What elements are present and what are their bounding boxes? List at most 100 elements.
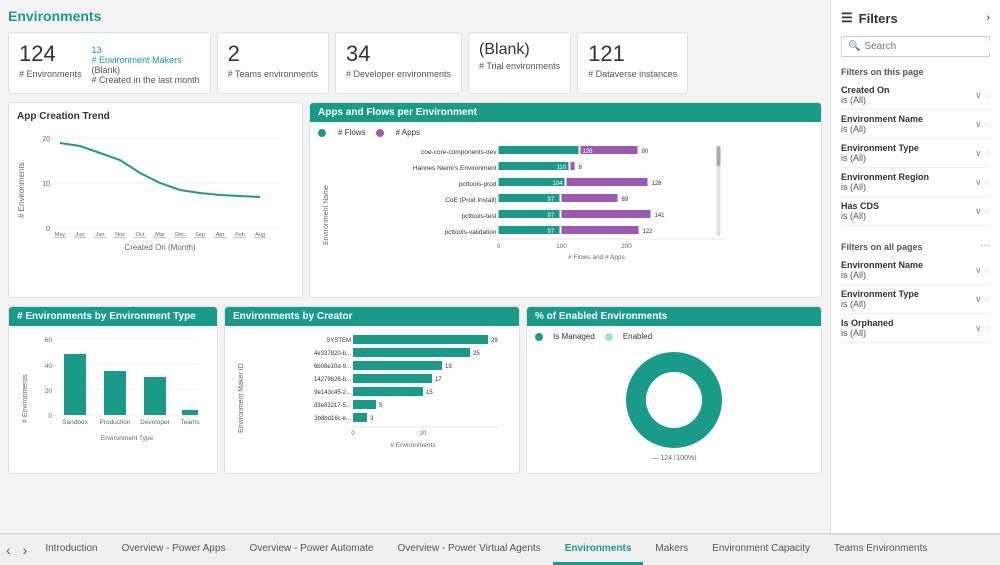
svg-text:15: 15 bbox=[426, 390, 433, 396]
svg-text:3b8bd16c-e...: 3b8bd16c-e... bbox=[314, 416, 351, 422]
legend-apps-dot bbox=[376, 129, 384, 137]
filter-env-name-expand[interactable]: ∨ bbox=[975, 119, 982, 130]
kpi-card-developer: 34 # Developer environments bbox=[335, 32, 462, 94]
kpi-number-trial: (Blank) bbox=[479, 41, 560, 59]
filters-all-pages-list: Environment Name is (All) ∨ ◌ Environmen… bbox=[841, 256, 990, 343]
tab-prev-button[interactable]: ‹ bbox=[0, 542, 17, 558]
filter-env-region-name: Environment Region bbox=[841, 172, 929, 182]
svg-text:25: 25 bbox=[473, 351, 480, 357]
tab-overview-power-virtual-agents[interactable]: Overview - Power Virtual Agents bbox=[385, 535, 552, 565]
kpi-card-environments: 124 # Environments 13 # Environment Make… bbox=[8, 32, 211, 94]
donut-svg: — 124 (100%) bbox=[535, 345, 813, 460]
svg-text:— 124 (100%): — 124 (100%) bbox=[651, 455, 696, 460]
svg-text:pcttools-validation: pcttools-validation bbox=[444, 229, 496, 236]
filter-item-has-cds: Has CDS is (All) ∨ ◌ bbox=[841, 197, 990, 226]
tab-introduction[interactable]: Introduction bbox=[33, 535, 109, 565]
env-type-chart-title: # Environments by Environment Type bbox=[9, 307, 217, 326]
svg-text:0: 0 bbox=[46, 226, 50, 233]
filter-icon: ☰ bbox=[841, 10, 853, 26]
filter-search-input[interactable] bbox=[864, 41, 996, 52]
filter-all-env-name-value: is (All) bbox=[841, 270, 923, 280]
legend-managed-dot bbox=[535, 333, 543, 341]
filter-item-env-type: Environment Type is (All) ∨ ◌ bbox=[841, 139, 990, 168]
bottom-tabs: ‹ › Introduction Overview - Power Apps O… bbox=[0, 533, 1000, 565]
filter-all-env-type-name: Environment Type bbox=[841, 289, 919, 299]
filter-all-env-type-clear[interactable]: ◌ bbox=[985, 294, 990, 305]
filters-on-page-list: Created On is (All) ∨ ◌ Environment Name… bbox=[841, 81, 990, 226]
creator-chart-card: Environments by Creator Environment Make… bbox=[224, 306, 520, 474]
svg-text:100: 100 bbox=[556, 243, 567, 250]
svg-text:9e143c45-2...: 9e143c45-2... bbox=[314, 390, 351, 396]
kpi-number-developer: 34 bbox=[346, 41, 451, 67]
legend-enabled-label: Enabled bbox=[623, 332, 652, 341]
svg-text:coe-core-components-dev: coe-core-components-dev bbox=[421, 149, 497, 156]
kpi-label-teams: # Teams environments bbox=[228, 69, 318, 79]
kpi-number-environments: 124 bbox=[19, 41, 82, 67]
filter-is-orphaned-expand[interactable]: ∨ bbox=[975, 323, 982, 334]
filter-all-env-name-clear[interactable]: ◌ bbox=[985, 265, 990, 276]
svg-text:0: 0 bbox=[351, 431, 355, 437]
filter-env-name-value: is (All) bbox=[841, 124, 923, 134]
svg-text:2022: 2022 bbox=[254, 237, 266, 238]
filter-env-type-clear[interactable]: ◌ bbox=[985, 148, 990, 159]
filter-title: ☰ Filters bbox=[841, 10, 898, 26]
tab-overview-power-apps[interactable]: Overview - Power Apps bbox=[110, 535, 238, 565]
svg-text:2022: 2022 bbox=[194, 237, 206, 238]
filter-env-name-name: Environment Name bbox=[841, 114, 923, 124]
svg-text:2023: 2023 bbox=[74, 237, 86, 238]
filter-has-cds-name: Has CDS bbox=[841, 201, 879, 211]
filters-all-pages-more[interactable]: ··· bbox=[980, 240, 990, 251]
horiz-bar-chart-title: Apps and Flows per Environment bbox=[310, 103, 821, 122]
svg-text:pcttools-prod: pcttools-prod bbox=[459, 181, 497, 188]
filter-all-env-name-expand[interactable]: ∨ bbox=[975, 265, 982, 276]
filter-created-on-expand[interactable]: ∨ bbox=[975, 90, 982, 101]
kpi-label-environments: # Environments bbox=[19, 69, 82, 79]
filter-all-env-name-name: Environment Name bbox=[841, 260, 923, 270]
svg-text:29: 29 bbox=[491, 338, 498, 344]
filter-env-region-expand[interactable]: ∨ bbox=[975, 177, 982, 188]
filter-created-on-clear[interactable]: ◌ bbox=[985, 90, 990, 101]
svg-text:Environment Type: Environment Type bbox=[101, 435, 154, 442]
svg-text:40: 40 bbox=[45, 363, 53, 370]
donut-chart-title: % of Enabled Environments bbox=[527, 307, 821, 326]
svg-text:pcttools-test: pcttools-test bbox=[461, 213, 496, 220]
svg-text:200: 200 bbox=[621, 243, 632, 250]
svg-text:90: 90 bbox=[642, 149, 649, 155]
filter-is-orphaned-name: Is Orphaned bbox=[841, 318, 894, 328]
line-chart-y-label: # Environments bbox=[17, 128, 26, 252]
filter-has-cds-clear[interactable]: ◌ bbox=[985, 206, 990, 217]
filter-item-created-on: Created On is (All) ∨ ◌ bbox=[841, 81, 990, 110]
tab-next-button[interactable]: › bbox=[17, 542, 34, 558]
filter-all-env-type-expand[interactable]: ∨ bbox=[975, 294, 982, 305]
tab-makers[interactable]: Makers bbox=[643, 535, 700, 565]
svg-text:6b08e10d-9...: 6b08e10d-9... bbox=[314, 364, 351, 370]
charts-row-2: # Environments by Environment Type # Env… bbox=[8, 306, 822, 474]
kpi-number-dataverse: 121 bbox=[588, 41, 677, 67]
filter-env-name-clear[interactable]: ◌ bbox=[985, 119, 990, 130]
svg-text:14279826-b...: 14279826-b... bbox=[314, 377, 351, 383]
horiz-bar-svg: coe-core-components-dev 126 90 Hannes Ni… bbox=[330, 141, 813, 286]
svg-text:Developer: Developer bbox=[140, 419, 170, 426]
svg-text:2023: 2023 bbox=[214, 237, 226, 238]
tab-environment-capacity[interactable]: Environment Capacity bbox=[700, 535, 822, 565]
tab-teams-environments[interactable]: Teams Environments bbox=[822, 535, 939, 565]
svg-text:97: 97 bbox=[548, 197, 555, 203]
filter-has-cds-expand[interactable]: ∨ bbox=[975, 206, 982, 217]
tab-environments[interactable]: Environments bbox=[553, 535, 644, 565]
filter-search-box[interactable]: 🔍 bbox=[841, 36, 990, 57]
filter-item-all-env-name: Environment Name is (All) ∨ ◌ bbox=[841, 256, 990, 285]
kpi-details: 13 # Environment Makers (Blank) # Create… bbox=[92, 45, 200, 85]
legend-apps-label: # Apps bbox=[396, 128, 420, 137]
filter-env-type-expand[interactable]: ∨ bbox=[975, 148, 982, 159]
svg-text:d3e83217-5...: d3e83217-5... bbox=[314, 403, 351, 409]
left-panel: Environments 124 # Environments 13 # Env… bbox=[0, 0, 830, 533]
filter-collapse-button[interactable]: › bbox=[986, 12, 990, 24]
filter-env-region-clear[interactable]: ◌ bbox=[985, 177, 990, 188]
svg-text:2023: 2023 bbox=[94, 237, 106, 238]
tab-overview-power-automate[interactable]: Overview - Power Automate bbox=[238, 535, 386, 565]
filter-is-orphaned-clear[interactable]: ◌ bbox=[985, 323, 990, 334]
filter-env-type-name: Environment Type bbox=[841, 143, 919, 153]
page-title: Environments bbox=[8, 8, 822, 24]
horiz-bar-legend: # Flows # Apps bbox=[318, 128, 813, 137]
svg-text:126: 126 bbox=[583, 149, 594, 155]
